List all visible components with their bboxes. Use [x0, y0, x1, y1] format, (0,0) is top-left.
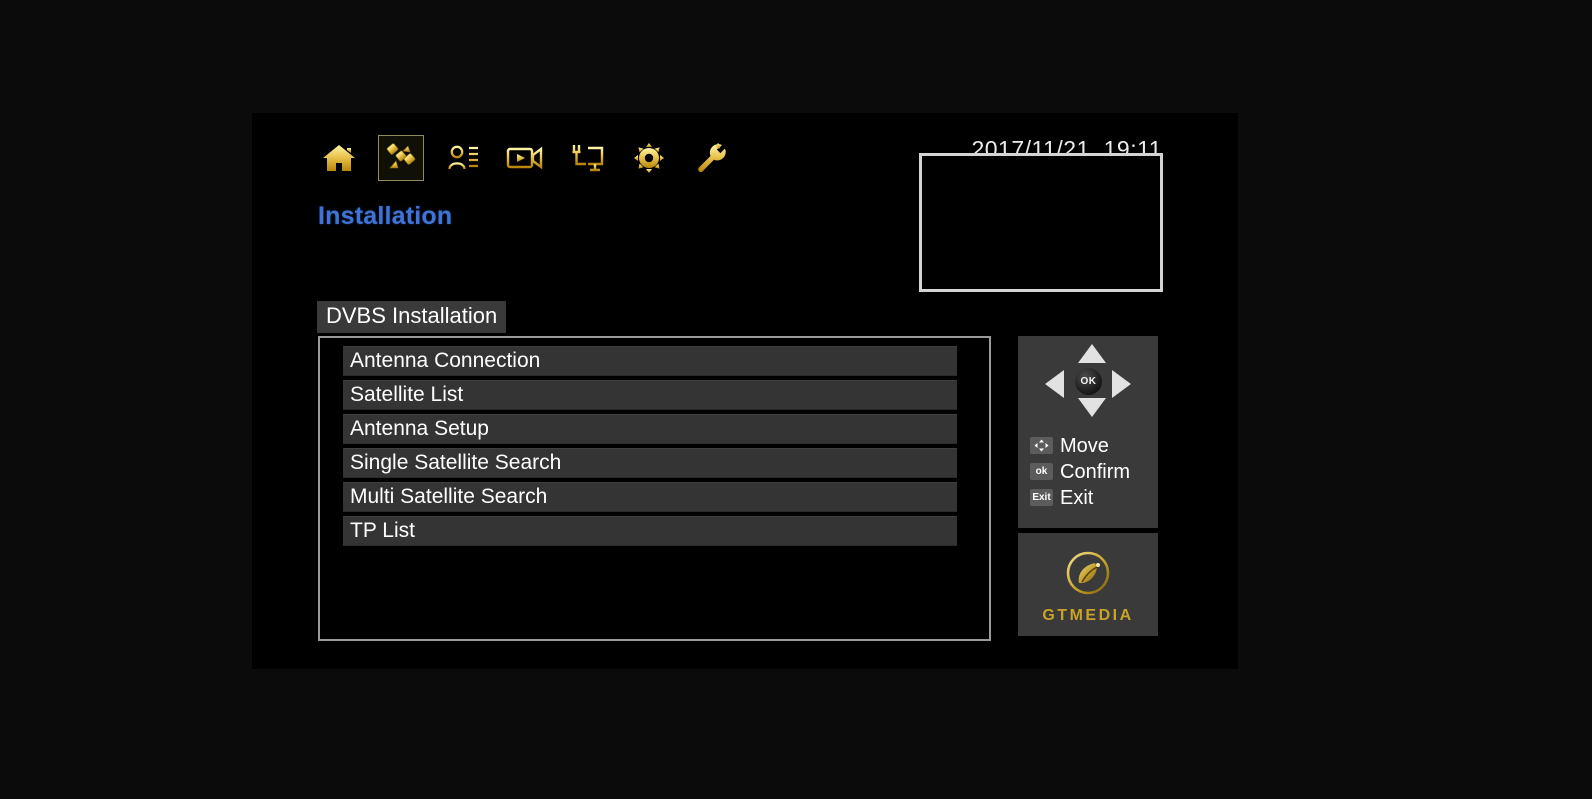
settings-gear-icon[interactable] [626, 135, 672, 181]
ok-key-icon: ok [1030, 463, 1053, 480]
screenshot-root: Installation 2017/11/21 19:11 DVBS Insta… [0, 0, 1592, 799]
list-item-label: Antenna Connection [350, 349, 541, 372]
page-title: Installation [318, 202, 453, 230]
key-hint-label: Move [1060, 434, 1109, 457]
dpad-diagram: OK [1018, 336, 1158, 428]
arrow-left-icon [1045, 370, 1064, 398]
installation-menu-list: Antenna Connection Satellite List Antenn… [343, 346, 957, 550]
list-item[interactable]: Antenna Connection [343, 346, 957, 376]
section-tab-dvbs-installation: DVBS Installation [317, 301, 507, 333]
list-item[interactable]: Satellite List [343, 380, 957, 410]
side-column: OK Move ok Confirm Exit Exit GTMEDIA [1018, 336, 1158, 636]
list-item[interactable]: Single Satellite Search [343, 448, 957, 478]
main-menu-icon-bar [316, 135, 734, 181]
tools-wrench-icon[interactable] [688, 135, 734, 181]
list-item-label: TP List [350, 519, 415, 542]
list-item-label: Satellite List [350, 383, 464, 406]
brand-name: GTMEDIA [1042, 606, 1134, 624]
list-item[interactable]: Multi Satellite Search [343, 482, 957, 512]
key-hint-confirm: ok Confirm [1030, 460, 1130, 483]
ok-button-icon: OK [1075, 368, 1102, 395]
list-item[interactable]: TP List [343, 516, 957, 546]
satellite-icon[interactable] [378, 135, 424, 181]
tv-screen: Installation 2017/11/21 19:11 DVBS Insta… [252, 113, 1238, 669]
menu-panel: Antenna Connection Satellite List Antenn… [318, 336, 991, 641]
exit-key-icon: Exit [1030, 489, 1053, 506]
satellite-dish-logo-icon [1064, 549, 1112, 602]
video-preview-box[interactable] [919, 153, 1163, 292]
key-hint-exit: Exit Exit [1030, 486, 1130, 509]
list-item[interactable]: Antenna Setup [343, 414, 957, 444]
navigation-help-panel: OK Move ok Confirm Exit Exit [1018, 336, 1158, 528]
key-hint-list: Move ok Confirm Exit Exit [1030, 434, 1130, 512]
arrow-right-icon [1112, 370, 1131, 398]
brand-panel: GTMEDIA [1018, 533, 1158, 636]
key-hint-label: Confirm [1060, 460, 1131, 483]
home-icon[interactable] [316, 135, 362, 181]
arrow-down-icon [1078, 398, 1106, 417]
list-item-label: Single Satellite Search [350, 451, 562, 474]
dpad-key-icon [1030, 437, 1053, 454]
list-item-label: Antenna Setup [350, 417, 489, 440]
channel-list-icon[interactable] [440, 135, 486, 181]
media-icon[interactable] [502, 135, 548, 181]
list-item-label: Multi Satellite Search [350, 485, 548, 508]
key-hint-label: Exit [1060, 486, 1094, 509]
key-hint-move: Move [1030, 434, 1130, 457]
arrow-up-icon [1078, 344, 1106, 363]
connection-icon[interactable] [564, 135, 610, 181]
